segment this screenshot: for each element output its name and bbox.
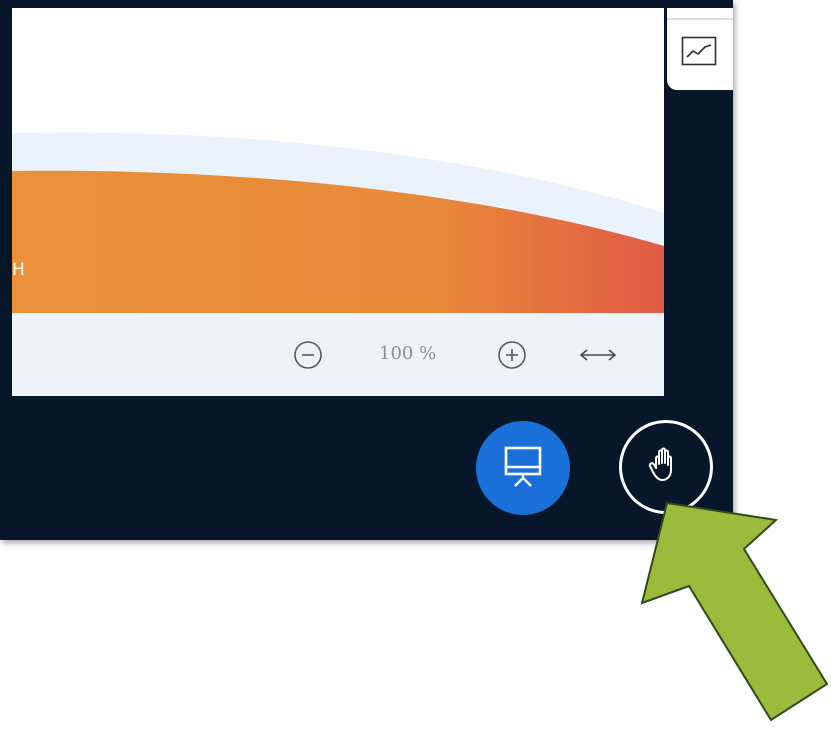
presentation-screen-icon: [504, 446, 542, 487]
slide-canvas: H: [12, 8, 664, 313]
zoom-in-button[interactable]: [496, 339, 528, 371]
raise-hand-icon: [648, 447, 672, 481]
raise-hand-button[interactable]: [619, 420, 713, 514]
zoom-out-button[interactable]: [292, 339, 324, 371]
zoom-toolbar: 100 %: [12, 313, 664, 396]
screenshot-frame: H 100 %: [0, 0, 733, 540]
tab-divider: [667, 18, 733, 20]
zoom-level: 100 %: [379, 343, 437, 364]
line-chart-icon: [681, 36, 717, 66]
plus-circle-icon: [498, 341, 526, 369]
slide-partial-text: H: [12, 260, 26, 280]
page: H 100 %: [0, 0, 831, 729]
slide-graphic: [12, 132, 664, 313]
horizontal-arrows-icon: [579, 349, 617, 361]
fit-width-button[interactable]: [577, 341, 619, 369]
side-panel-tab[interactable]: [667, 8, 733, 90]
presentation-button[interactable]: [476, 421, 570, 515]
minus-circle-icon: [294, 341, 322, 369]
